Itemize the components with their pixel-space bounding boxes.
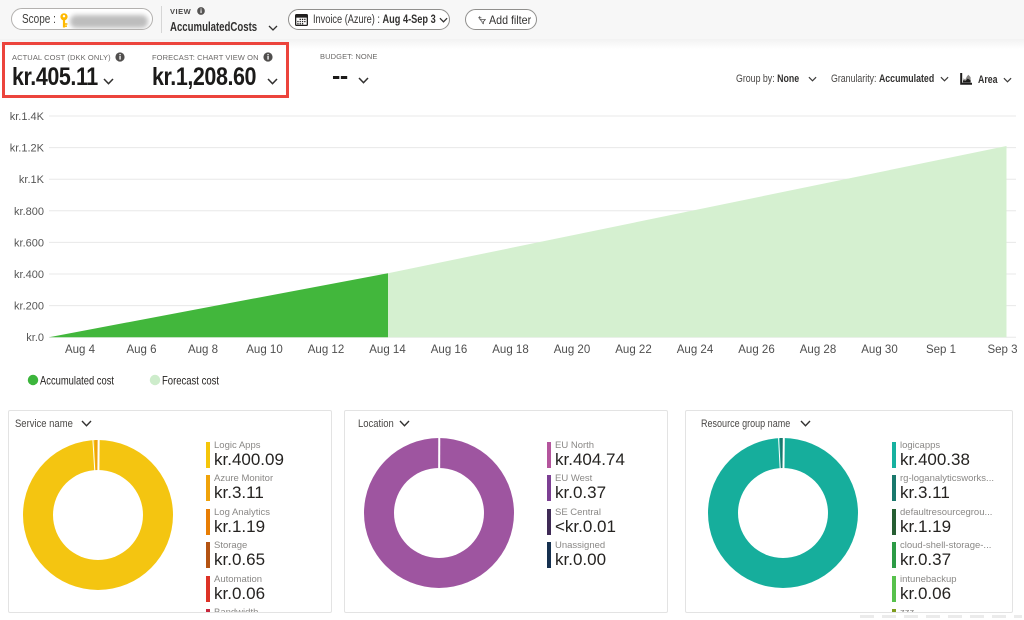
svg-text:kr.1.2K: kr.1.2K (10, 143, 45, 155)
svg-text:Forecast cost: Forecast cost (162, 374, 220, 388)
svg-text:Aug 4: Aug 4 (65, 344, 96, 356)
svg-text:Aug 6: Aug 6 (126, 344, 156, 356)
svg-text:Aug 20: Aug 20 (554, 344, 590, 356)
svg-text:kr.800: kr.800 (14, 206, 44, 218)
svg-text:Aug 28: Aug 28 (800, 344, 836, 356)
svg-text:Sep 3: Sep 3 (987, 344, 1017, 356)
svg-text:Aug 24: Aug 24 (677, 344, 714, 356)
svg-text:Aug 30: Aug 30 (861, 344, 897, 356)
svg-text:Aug 10: Aug 10 (246, 344, 282, 356)
svg-text:Aug 22: Aug 22 (615, 344, 651, 356)
svg-text:kr.0: kr.0 (26, 332, 44, 344)
svg-text:Accumulated cost: Accumulated cost (40, 374, 115, 388)
svg-text:kr.1K: kr.1K (19, 174, 45, 186)
svg-text:Aug 8: Aug 8 (188, 344, 218, 356)
svg-text:kr.400: kr.400 (14, 269, 44, 281)
svg-text:Aug 18: Aug 18 (492, 344, 528, 356)
svg-text:Aug 14: Aug 14 (369, 344, 406, 356)
svg-text:kr.200: kr.200 (14, 301, 44, 313)
svg-text:kr.600: kr.600 (14, 237, 44, 249)
svg-text:Aug 12: Aug 12 (308, 344, 344, 356)
svg-text:Aug 26: Aug 26 (738, 344, 774, 356)
svg-text:Aug 16: Aug 16 (431, 344, 467, 356)
svg-text:Sep 1: Sep 1 (926, 344, 956, 356)
svg-text:kr.1.4K: kr.1.4K (10, 111, 45, 123)
